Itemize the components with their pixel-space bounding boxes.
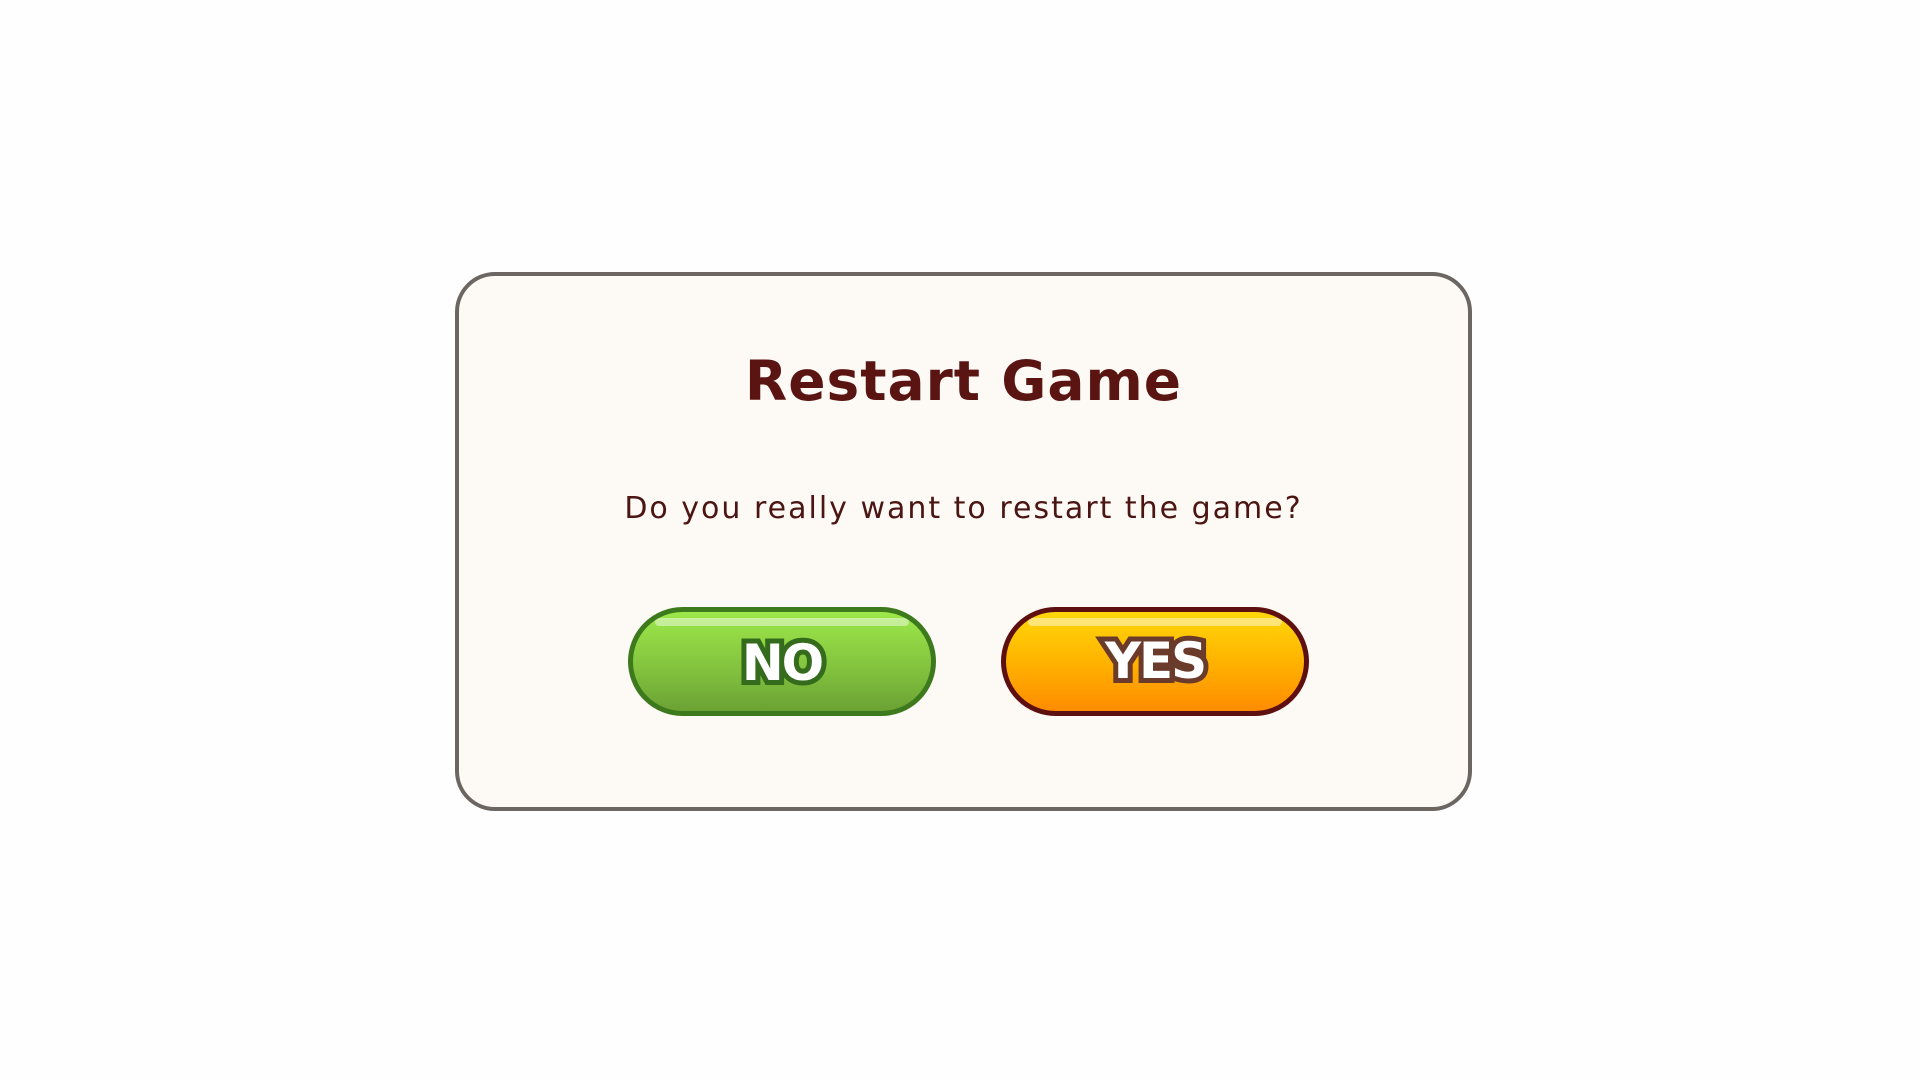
restart-game-dialog: Restart Game Do you really want to resta…	[455, 272, 1472, 811]
yes-button[interactable]: YES	[1001, 607, 1309, 716]
yes-button-label: YES	[1100, 631, 1212, 691]
no-button[interactable]: NO	[628, 607, 936, 716]
game-screen: Restart Game Do you really want to resta…	[0, 0, 1920, 1080]
dialog-title: Restart Game	[744, 349, 1183, 413]
dialog-message: Do you really want to restart the game?	[624, 491, 1303, 526]
no-button-label: NO	[737, 633, 829, 693]
